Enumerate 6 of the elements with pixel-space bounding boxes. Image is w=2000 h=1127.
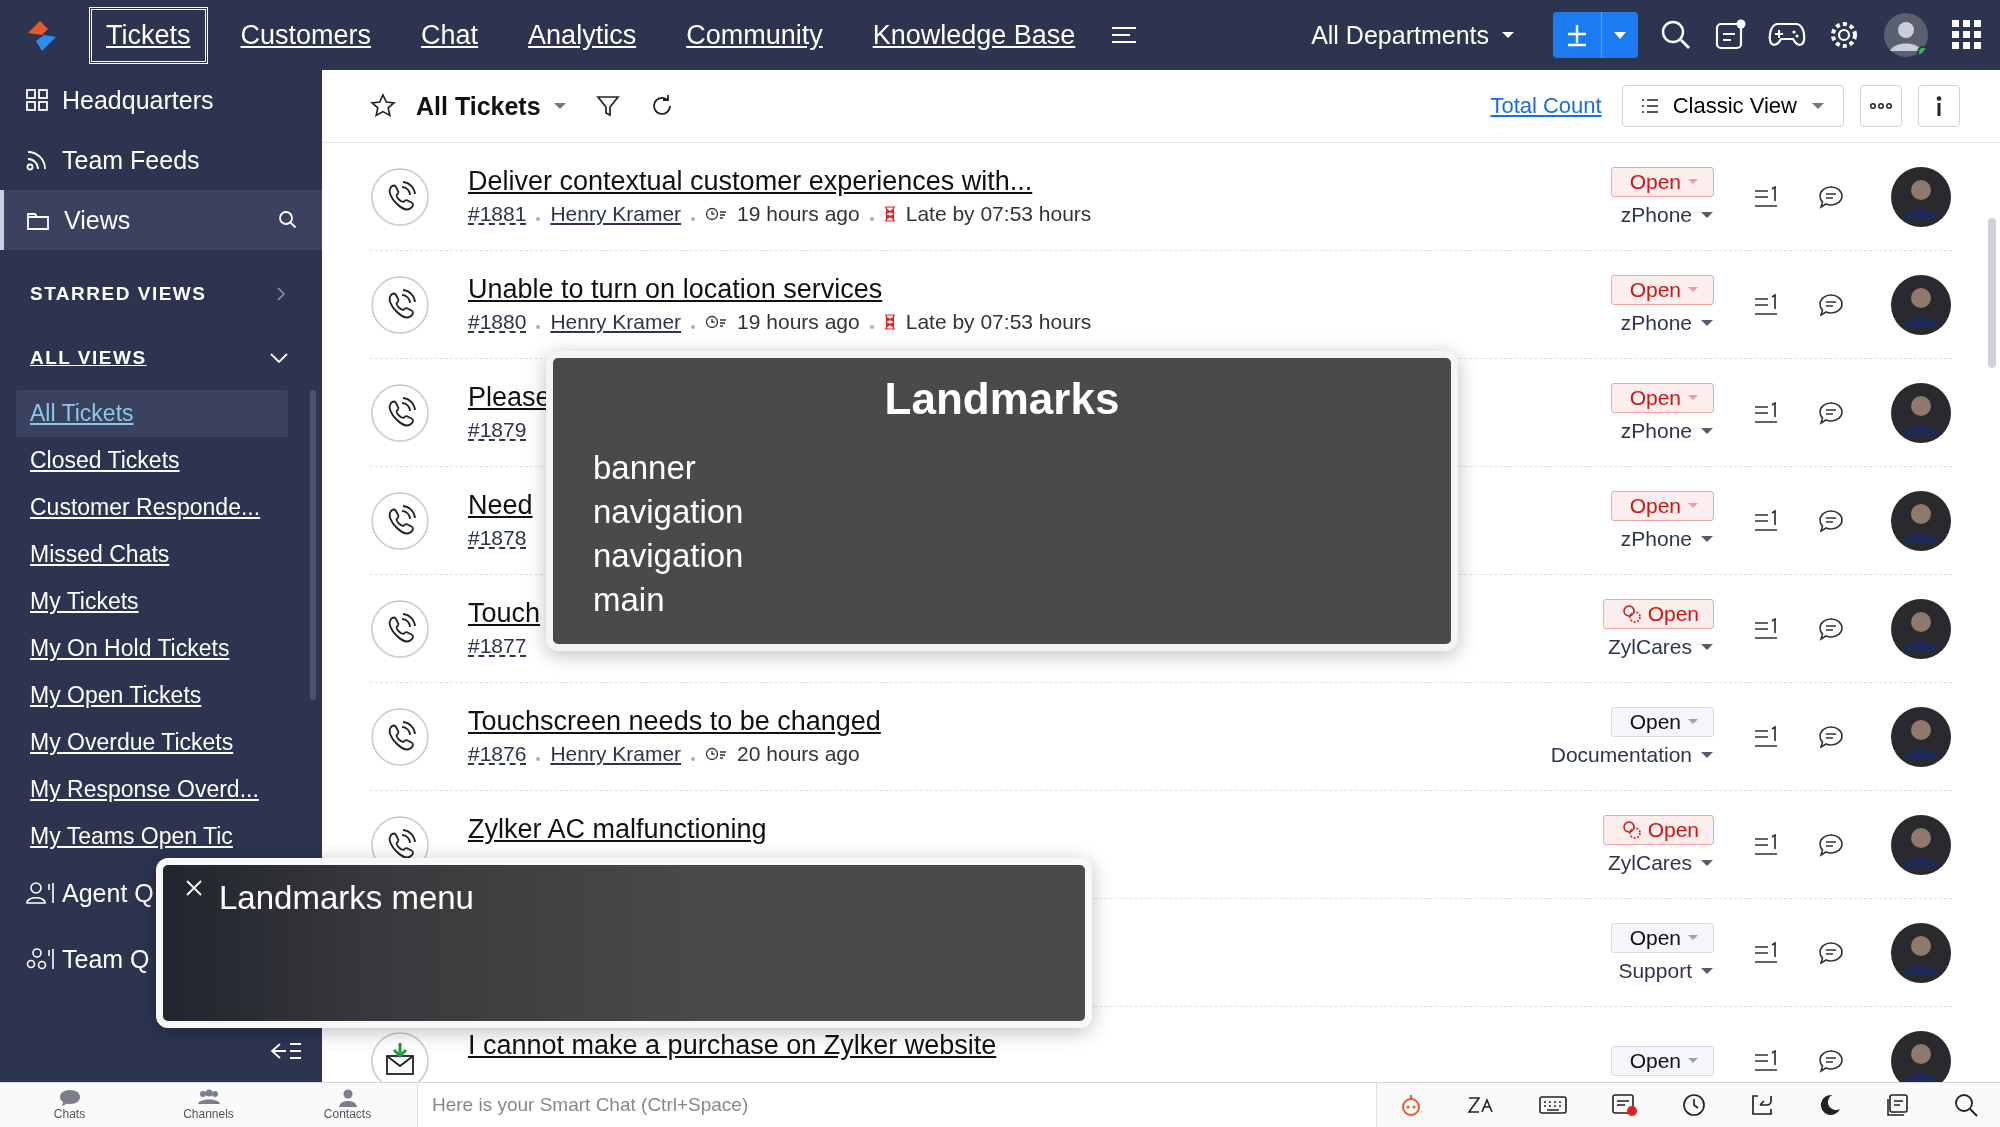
popup-title: Landmarks	[883, 374, 1121, 424]
ticket-age: 19 hours ago	[737, 202, 860, 226]
ticket-age: 19 hours ago	[737, 310, 860, 334]
ticket-age: 20 hours ago	[737, 742, 860, 766]
overdue-label: Late by 07:53 hours	[905, 202, 1092, 226]
overdue-label: Late by 07:53 hours	[905, 310, 1092, 334]
